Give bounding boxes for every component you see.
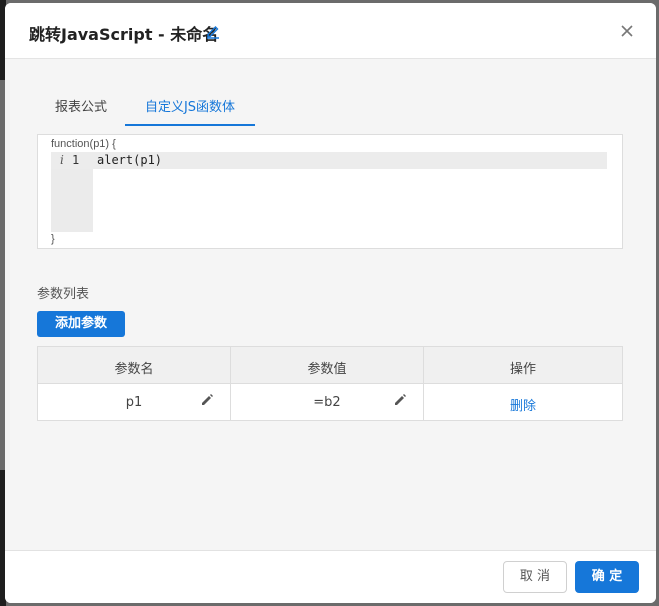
column-header-value: 参数值 [231, 347, 424, 383]
code-line[interactable]: alert(p1) [97, 153, 162, 167]
param-action-cell: 删除 [424, 384, 622, 420]
cancel-button[interactable]: 取 消 [503, 561, 567, 593]
column-header-name: 参数名 [38, 347, 231, 383]
table-row: p1 =b2 删除 [38, 384, 622, 420]
delete-param-link[interactable]: 删除 [510, 395, 536, 414]
edit-title-icon[interactable] [205, 23, 221, 39]
dialog-header: 跳转JavaScript - 未命名 [5, 3, 656, 59]
params-section-label: 参数列表 [37, 287, 90, 302]
column-label: 参数名 [114, 362, 154, 377]
edit-name-icon[interactable] [200, 393, 214, 407]
tab-custom-js[interactable]: 自定义JS函数体 [125, 93, 255, 126]
param-value: =b2 [313, 395, 341, 410]
edit-value-icon[interactable] [393, 393, 407, 407]
function-header: function(p1) { [51, 138, 116, 150]
dialog-title: 跳转JavaScript - 未命名 [29, 25, 219, 44]
param-value-cell: =b2 [231, 384, 424, 420]
param-name: p1 [125, 395, 143, 410]
param-name-cell: p1 [38, 384, 231, 420]
add-param-button[interactable]: 添加参数 [37, 311, 125, 337]
column-header-action: 操作 [424, 347, 622, 383]
tab-report-formula[interactable]: 报表公式 [37, 93, 125, 126]
column-label: 参数值 [307, 362, 347, 377]
info-marker: i [60, 153, 64, 167]
dialog: 跳转JavaScript - 未命名 报表公式 自定义JS函数体 functio… [5, 3, 656, 603]
code-editor[interactable]: function(p1) { i 1 alert(p1) } [37, 134, 623, 249]
close-icon[interactable] [619, 23, 635, 39]
line-number: 1 [72, 153, 80, 167]
params-table: 参数名 参数值 操作 p1 =b2 删除 [37, 346, 623, 421]
ok-button[interactable]: 确 定 [575, 561, 639, 593]
function-footer: } [51, 233, 55, 245]
table-header: 参数名 参数值 操作 [38, 347, 622, 384]
dialog-footer: 取 消 确 定 [5, 550, 656, 603]
column-label: 操作 [509, 362, 536, 377]
